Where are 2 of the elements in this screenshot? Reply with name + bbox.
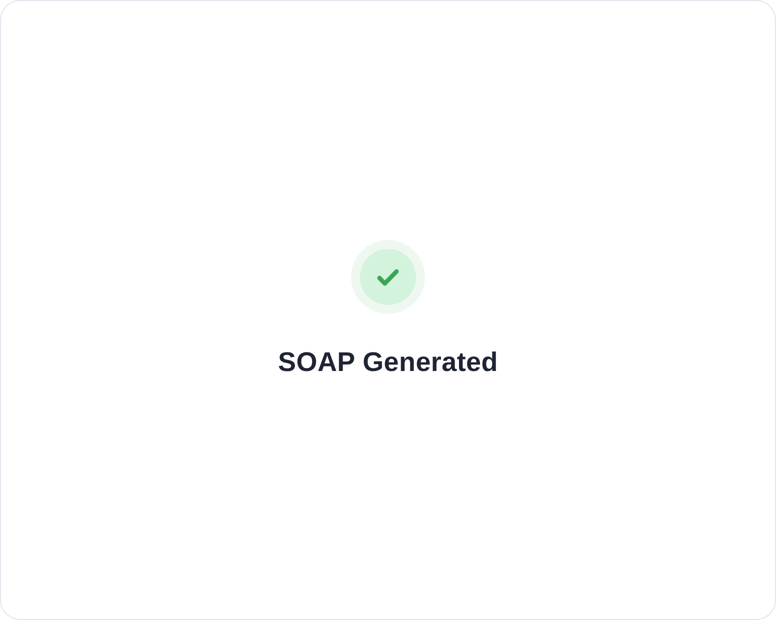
check-icon [351,240,425,314]
status-title: SOAP Generated [278,346,498,376]
